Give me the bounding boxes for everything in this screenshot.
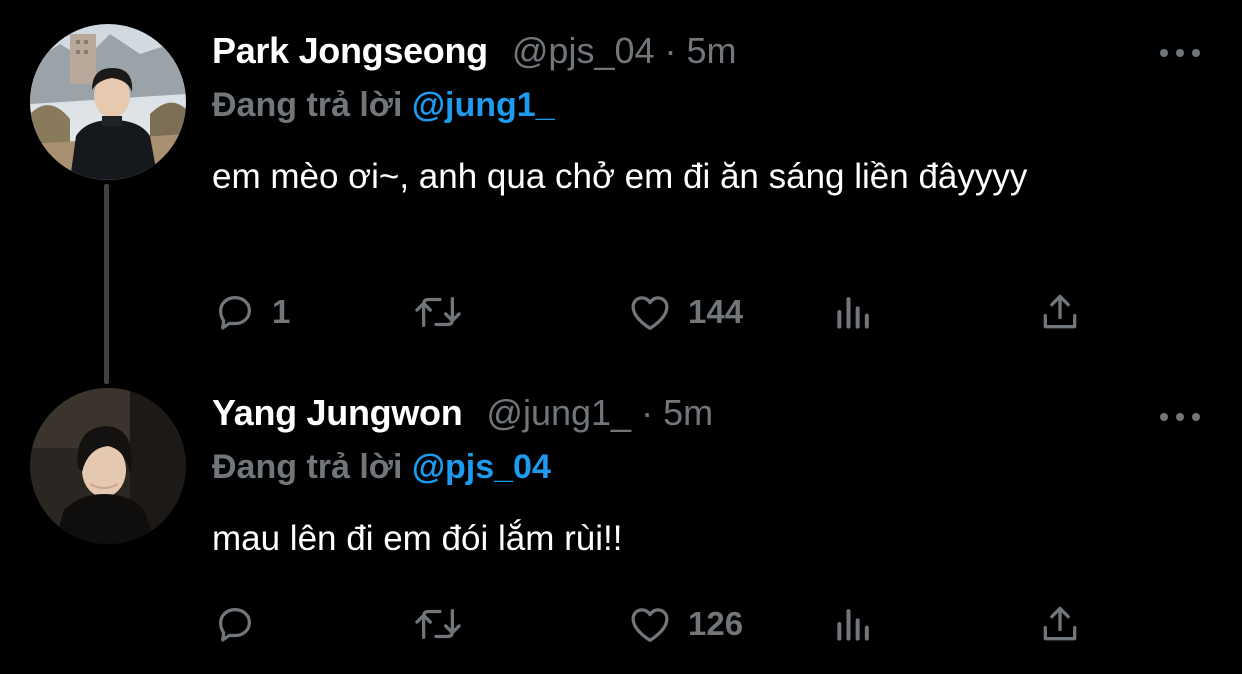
tweet[interactable]: Park Jongseong @pjs_04 · 5m Đang trả lời… <box>0 0 1242 370</box>
tweet-actions: 1 144 <box>212 288 1092 336</box>
retweet-arrows-icon <box>415 608 461 640</box>
avatar[interactable] <box>30 388 186 544</box>
like-button[interactable]: 126 <box>626 600 743 648</box>
avatar[interactable] <box>30 24 186 180</box>
tweet[interactable]: Yang Jungwon @jung1_ · 5m Đang trả lời @… <box>0 384 1242 674</box>
heart-outline-icon <box>631 608 669 642</box>
dot <box>1192 413 1200 421</box>
dot <box>1160 413 1168 421</box>
bar-chart-icon <box>837 609 869 641</box>
user-handle[interactable]: @pjs_04 <box>512 30 655 72</box>
retweet-button[interactable] <box>412 600 478 648</box>
display-name[interactable]: Park Jongseong <box>212 30 488 72</box>
dot <box>1192 49 1200 57</box>
like-count: 144 <box>688 293 744 330</box>
avatar-photo-yang <box>30 388 186 544</box>
replying-to: Đang trả lời @jung1_ <box>212 86 555 125</box>
like-count: 126 <box>688 605 744 642</box>
share-button[interactable] <box>1038 288 1082 336</box>
reply-mention-link[interactable]: @jung1_ <box>412 86 555 124</box>
timestamp[interactable]: 5m <box>687 30 737 72</box>
reply-count: 1 <box>272 293 291 330</box>
avatar-photo-park <box>30 24 186 180</box>
heart-outline-icon <box>631 296 669 330</box>
user-handle[interactable]: @jung1_ <box>486 392 631 434</box>
tweet-text: em mèo ơi~, anh qua chở em đi ăn sáng li… <box>212 157 1028 196</box>
separator-dot: · <box>664 30 677 71</box>
speech-bubble-icon <box>218 607 252 642</box>
tweet-actions: 126 <box>212 600 1092 648</box>
upload-arrow-icon <box>1043 606 1077 641</box>
dot <box>1176 49 1184 57</box>
replying-to-label: Đang trả lời <box>212 448 403 486</box>
reply-button[interactable]: 1 <box>212 288 290 336</box>
retweet-arrows-icon <box>415 296 461 328</box>
timestamp[interactable]: 5m <box>663 392 713 434</box>
dot <box>1160 49 1168 57</box>
retweet-button[interactable] <box>412 288 478 336</box>
views-button[interactable] <box>832 600 876 648</box>
more-options-icon[interactable] <box>1160 46 1200 60</box>
share-button[interactable] <box>1038 600 1082 648</box>
display-name[interactable]: Yang Jungwon <box>212 392 463 434</box>
tweet-text: mau lên đi em đói lắm rùi!! <box>212 519 623 558</box>
separator-dot: · <box>641 392 654 433</box>
reply-button[interactable] <box>212 600 272 648</box>
reply-mention-link[interactable]: @pjs_04 <box>412 448 551 486</box>
dot <box>1176 413 1184 421</box>
replying-to-label: Đang trả lời <box>212 86 403 124</box>
tweet-header: Yang Jungwon @jung1_ · 5m <box>212 392 713 442</box>
replying-to: Đang trả lời @pjs_04 <box>212 448 551 487</box>
bar-chart-icon <box>837 297 869 329</box>
views-button[interactable] <box>832 288 876 336</box>
tweet-header: Park Jongseong @pjs_04 · 5m <box>212 30 737 80</box>
upload-arrow-icon <box>1043 294 1077 329</box>
more-options-icon[interactable] <box>1160 410 1200 424</box>
speech-bubble-icon <box>218 295 252 330</box>
like-button[interactable]: 144 <box>626 288 743 336</box>
